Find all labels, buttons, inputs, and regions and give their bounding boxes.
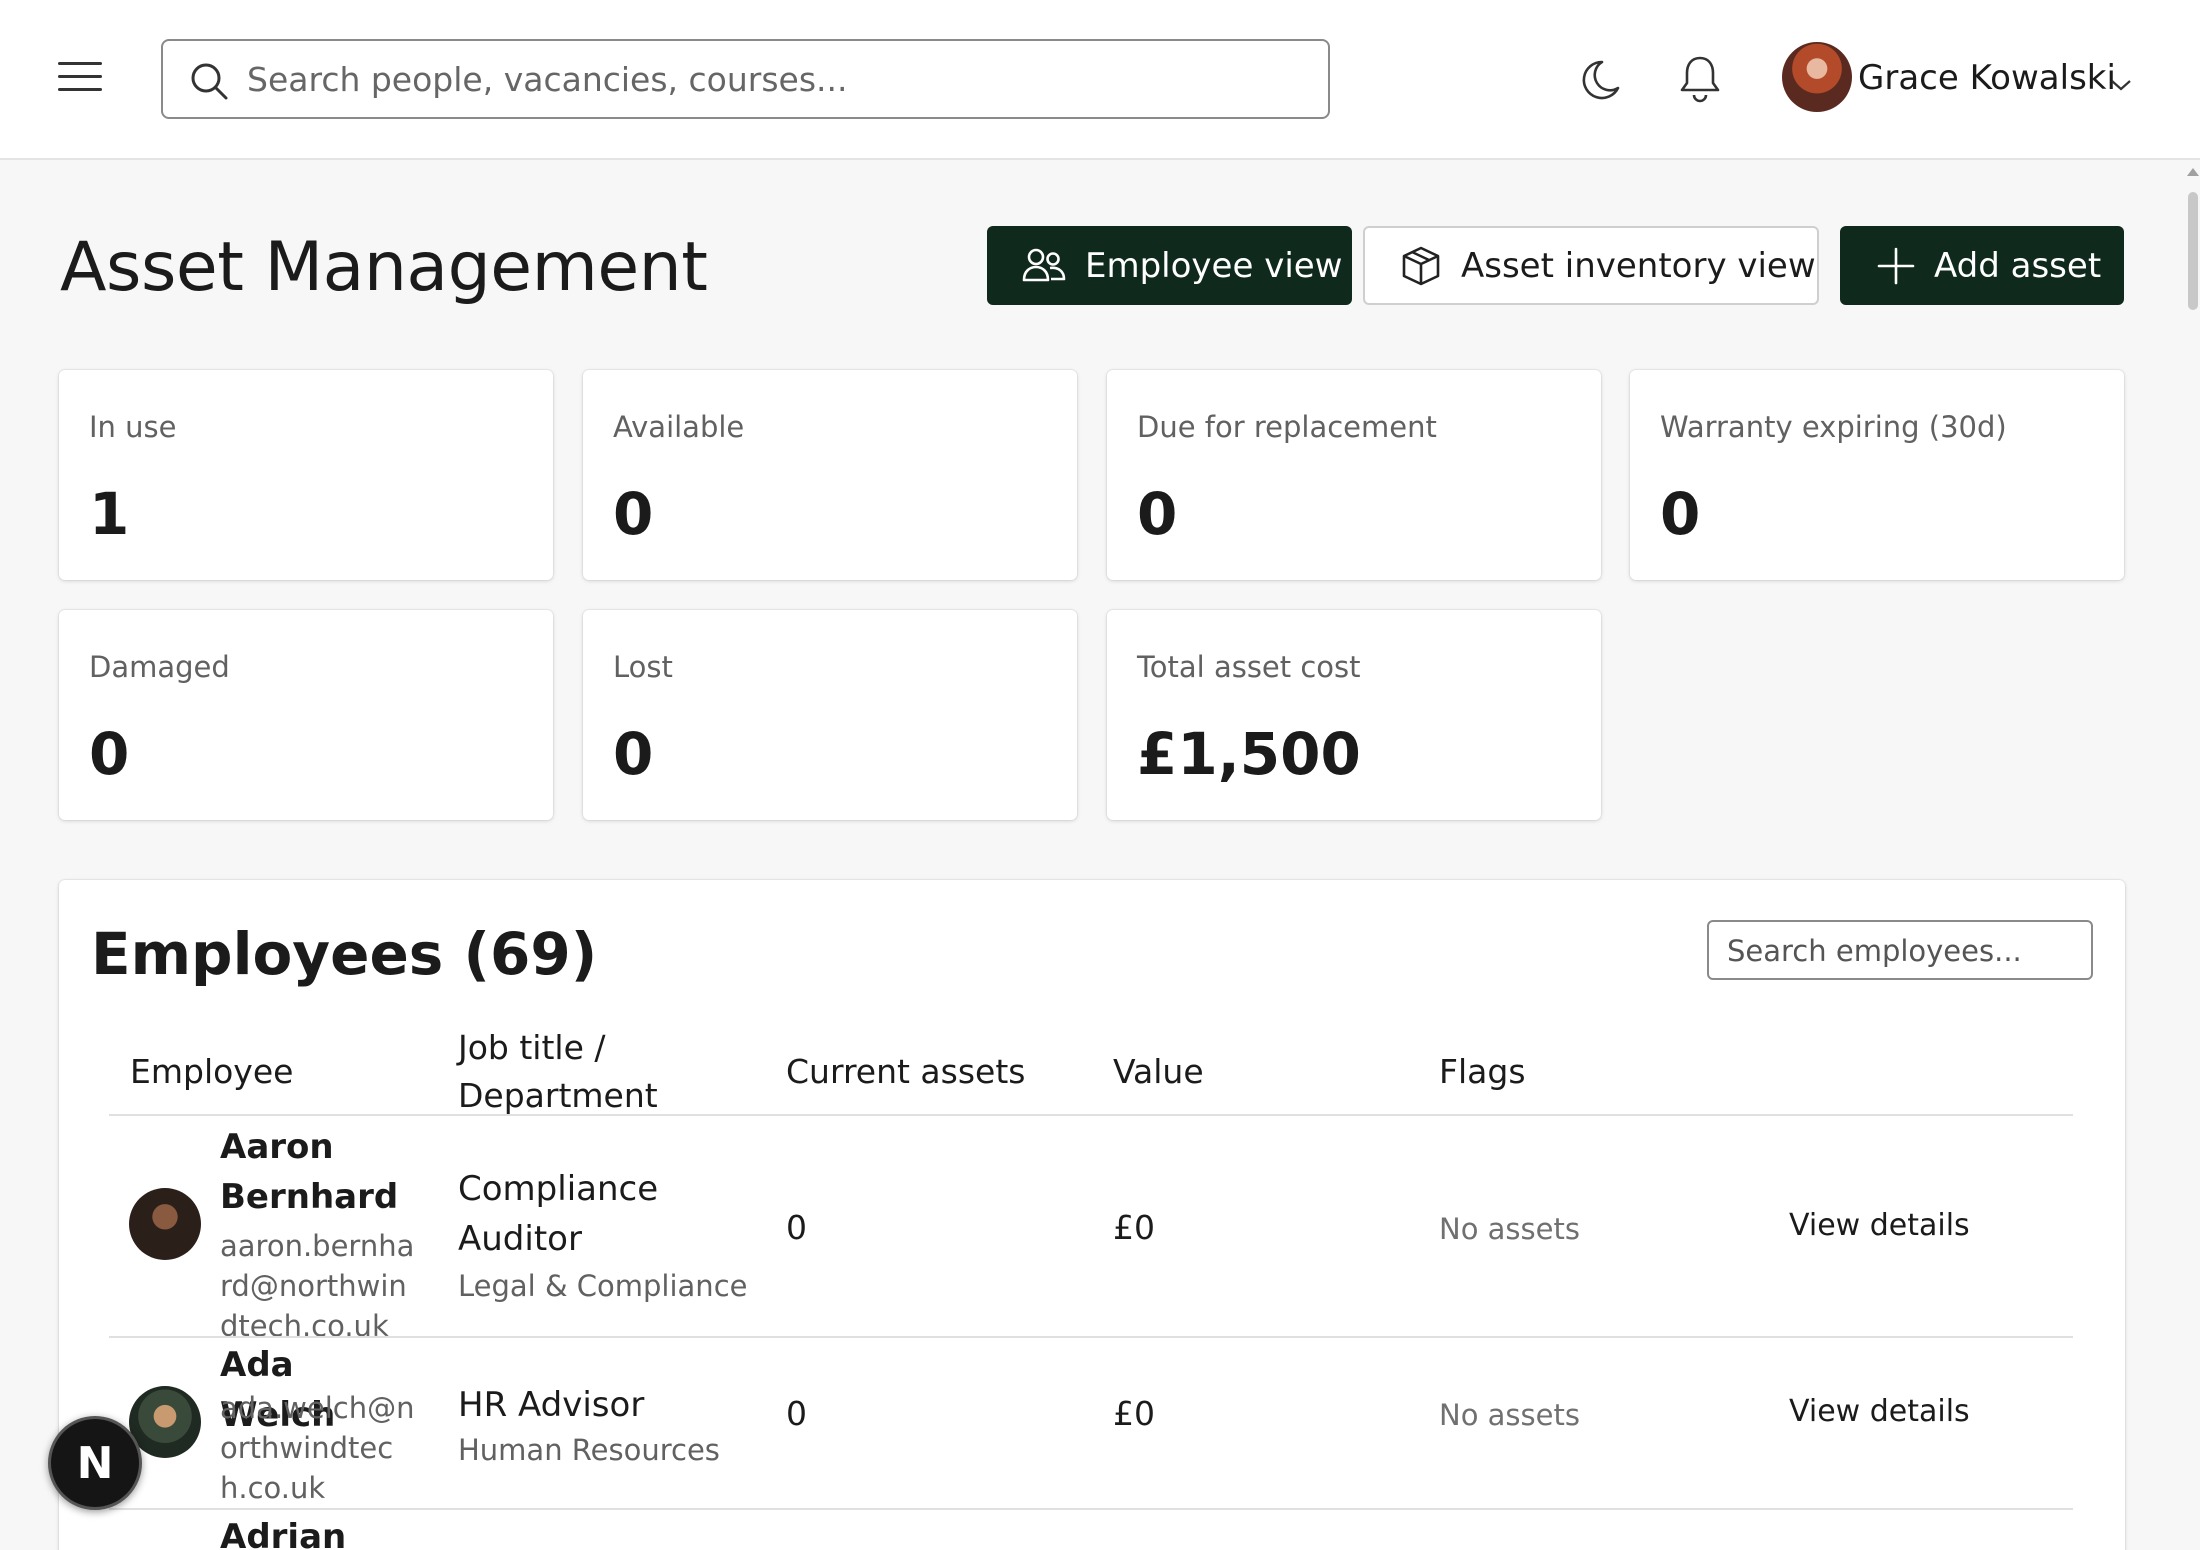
stat-card-in-use: In use 1 xyxy=(59,370,553,580)
assets-value: £0 xyxy=(1113,1208,1155,1247)
employee-job-title: Compliance Auditor xyxy=(458,1169,659,1259)
column-header-flags[interactable]: Flags xyxy=(1439,1048,1526,1096)
assets-value: £0 xyxy=(1113,1394,1155,1433)
stat-value: £1,500 xyxy=(1137,720,1361,788)
menu-icon[interactable] xyxy=(58,60,102,94)
stat-value: 0 xyxy=(89,720,130,788)
stat-label: Due for replacement xyxy=(1137,410,1437,444)
stat-value: 0 xyxy=(1137,480,1178,548)
employee-department: Human Resources xyxy=(458,1433,720,1467)
column-header-value[interactable]: Value xyxy=(1113,1048,1204,1096)
add-asset-label: Add asset xyxy=(1934,245,2102,286)
box-icon xyxy=(1402,246,1440,285)
employee-department: Legal & Compliance xyxy=(458,1269,748,1303)
employees-title: Employees (69) xyxy=(91,920,598,988)
stat-card-warranty-expiring: Warranty expiring (30d) 0 xyxy=(1630,370,2124,580)
table-row[interactable]: Ada Welch ada.welch@northwindtech.co.uk … xyxy=(59,1338,2125,1508)
global-search[interactable] xyxy=(161,39,1330,119)
table-row[interactable]: Aaron Bernhard aaron.bernhard@northwindt… xyxy=(59,1116,2125,1343)
view-details-link[interactable]: View details xyxy=(1789,1394,1970,1429)
flags-status: No assets xyxy=(1439,1398,1580,1432)
employee-search[interactable] xyxy=(1707,920,2093,980)
user-avatar[interactable] xyxy=(1782,42,1852,112)
bell-icon[interactable] xyxy=(1672,50,1728,106)
employee-view-button[interactable]: Employee view xyxy=(987,226,1352,305)
stat-label: In use xyxy=(89,410,177,444)
employee-name: Adrian xyxy=(220,1517,347,1550)
employee-email: aaron.bernhard@northwindtech.co.uk xyxy=(220,1229,415,1343)
employee-job-title: HR Advisor xyxy=(458,1385,645,1425)
stat-card-total-asset-cost: Total asset cost £1,500 xyxy=(1107,610,1601,820)
stat-value: 1 xyxy=(89,480,130,548)
employee-search-input[interactable] xyxy=(1727,930,2077,972)
search-icon xyxy=(191,63,228,100)
view-details-link[interactable]: View details xyxy=(1789,1208,1970,1243)
plus-icon xyxy=(1877,247,1915,284)
stat-card-due-for-replacement: Due for replacement 0 xyxy=(1107,370,1601,580)
stat-label: Warranty expiring (30d) xyxy=(1660,410,2007,444)
stat-value: 0 xyxy=(1660,480,1701,548)
stat-card-lost: Lost 0 xyxy=(583,610,1077,820)
top-bar: Grace Kowalski xyxy=(0,0,2200,160)
employee-email: ada.welch@northwindtech.co.uk xyxy=(220,1391,415,1505)
people-icon xyxy=(1022,248,1066,281)
current-assets-count: 0 xyxy=(786,1208,807,1247)
chevron-down-icon[interactable] xyxy=(2110,78,2132,92)
moon-icon[interactable] xyxy=(1572,52,1628,108)
stat-value: 0 xyxy=(613,720,654,788)
add-asset-button[interactable]: Add asset xyxy=(1840,226,2124,305)
column-header-current-assets[interactable]: Current assets xyxy=(786,1048,1025,1096)
asset-inventory-view-button[interactable]: Asset inventory view xyxy=(1363,226,1819,305)
stat-value: 0 xyxy=(613,480,654,548)
nextjs-badge[interactable]: N xyxy=(48,1416,142,1510)
stat-label: Total asset cost xyxy=(1137,650,1361,684)
scroll-up-arrow[interactable] xyxy=(2187,168,2199,176)
scrollbar-thumb[interactable] xyxy=(2188,192,2198,310)
employee-avatar xyxy=(129,1188,201,1260)
stat-label: Lost xyxy=(613,650,673,684)
flags-status: No assets xyxy=(1439,1212,1580,1246)
current-assets-count: 0 xyxy=(786,1394,807,1433)
column-header-employee[interactable]: Employee xyxy=(130,1048,293,1096)
asset-inventory-view-label: Asset inventory view xyxy=(1461,245,1816,286)
employees-panel: Employees (69) Employee Job title / Depa… xyxy=(59,880,2125,1550)
employee-avatar xyxy=(129,1386,201,1458)
stat-label: Available xyxy=(613,410,745,444)
page-title: Asset Management xyxy=(60,228,708,307)
page-scrollbar[interactable] xyxy=(2184,164,2200,1550)
employee-view-label: Employee view xyxy=(1085,245,1343,286)
stat-card-damaged: Damaged 0 xyxy=(59,610,553,820)
stat-card-available: Available 0 xyxy=(583,370,1077,580)
table-row[interactable]: Adrian xyxy=(59,1510,2125,1550)
global-search-input[interactable] xyxy=(247,51,1307,107)
stat-label: Damaged xyxy=(89,650,230,684)
employee-name: Aaron Bernhard xyxy=(220,1127,399,1217)
column-header-job-title[interactable]: Job title / Department xyxy=(458,1024,688,1120)
user-name[interactable]: Grace Kowalski xyxy=(1858,58,2116,98)
